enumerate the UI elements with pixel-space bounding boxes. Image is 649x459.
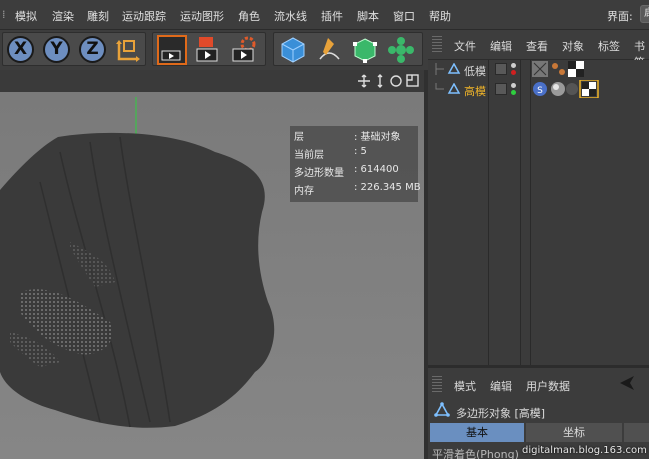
om-tab-view[interactable]: 查看 [526, 38, 548, 54]
x-axis-lock-button[interactable]: X [7, 36, 34, 63]
menu-mograph[interactable]: 运动图形 [180, 8, 224, 24]
info-value: : 226.345 MB [354, 182, 421, 193]
toolbar: X Y Z [0, 30, 428, 70]
menu-motion-tracking[interactable]: 运动跟踪 [122, 8, 166, 24]
info-key: 内存 [294, 186, 314, 197]
info-value: : 5 [354, 146, 367, 157]
layer-color-icon[interactable] [495, 63, 507, 75]
attr-tab-edit[interactable]: 编辑 [490, 378, 512, 394]
object-name[interactable]: 高模 [464, 83, 486, 99]
render-settings-icon[interactable] [229, 35, 259, 65]
z-axis-lock-button[interactable]: Z [79, 36, 106, 63]
viewport[interactable]: 层 : 基础对象 当前层 : 5 多边形数量 : 614400 内存 : 226.345… [0, 92, 424, 459]
info-key: 层 [294, 132, 304, 143]
attr-subtab-coord[interactable]: 坐标 [526, 423, 622, 442]
render-visibility-dot[interactable] [511, 90, 516, 95]
column-divider [488, 60, 489, 365]
cube-icon[interactable] [278, 35, 308, 65]
info-value: : 基础对象 [354, 132, 401, 143]
tag-icons[interactable] [532, 60, 592, 78]
cloner-icon[interactable] [386, 35, 416, 65]
phong-tab-label[interactable]: 平滑着色(Phong) [432, 446, 519, 459]
om-tab-tags[interactable]: 标签 [598, 38, 620, 54]
menu-render[interactable]: 渲染 [52, 8, 74, 24]
object-row[interactable]: 低模 [428, 60, 649, 78]
attr-sub-tabs: 基本 坐标 [430, 423, 649, 442]
object-name[interactable]: 低模 [464, 63, 486, 79]
object-row-selected[interactable]: 高模 S [428, 80, 649, 98]
object-manager-menu: 文件 编辑 查看 对象 标签 书签 [428, 30, 649, 69]
back-arrow-icon[interactable] [620, 376, 640, 390]
pen-spline-icon[interactable] [314, 35, 344, 65]
panel-grip-icon[interactable] [432, 36, 442, 52]
column-divider [530, 60, 531, 365]
layout-label: 界面: [607, 10, 633, 23]
y-axis-lock-button[interactable]: Y [43, 36, 70, 63]
tree-line-icon [435, 63, 461, 75]
viewport-nav-icons[interactable] [358, 74, 420, 88]
viewport-header [0, 70, 428, 92]
menu-help[interactable]: 帮助 [429, 8, 451, 24]
editor-visibility-dot[interactable] [511, 63, 516, 68]
menu-script[interactable]: 脚本 [357, 8, 379, 24]
layout-select[interactable]: 启 [640, 5, 649, 23]
tree-line-icon [435, 83, 461, 94]
menu-overflow-icon[interactable]: ⁞ [2, 8, 6, 21]
om-tab-edit[interactable]: 编辑 [490, 38, 512, 54]
menu-simulate[interactable]: 模拟 [15, 8, 37, 24]
info-key: 多边形数量 [294, 168, 344, 179]
om-tab-objects[interactable]: 对象 [562, 38, 584, 54]
tag-icons[interactable]: S [532, 80, 612, 98]
attr-tab-mode[interactable]: 模式 [454, 378, 476, 394]
info-overlay: 层 : 基础对象 当前层 : 5 多边形数量 : 614400 内存 : 226.345… [290, 126, 421, 202]
panel-grip-icon[interactable] [432, 376, 442, 392]
watermark: digitalman.blog.163.com [522, 445, 647, 456]
menu-pipeline[interactable]: 流水线 [274, 8, 307, 24]
column-divider [520, 60, 521, 365]
menu-bar: ⁞ 模拟 渲染 雕刻 运动跟踪 运动图形 角色 流水线 插件 脚本 窗口 帮助 … [0, 0, 649, 30]
om-tab-file[interactable]: 文件 [454, 38, 476, 54]
attr-object-title: 多边形对象 [高模] [456, 407, 546, 420]
object-group [273, 32, 423, 66]
menu-window[interactable]: 窗口 [393, 8, 415, 24]
attr-tab-user-data[interactable]: 用户数据 [526, 378, 570, 394]
axis-group: X Y Z [2, 32, 146, 66]
layer-color-icon[interactable] [495, 83, 507, 95]
menu-plugins[interactable]: 插件 [321, 8, 343, 24]
menu-character[interactable]: 角色 [238, 8, 260, 24]
polygon-object-icon [434, 402, 450, 417]
svg-text:S: S [537, 86, 543, 96]
info-value: : 614400 [354, 164, 399, 175]
info-key: 当前层 [294, 150, 324, 161]
render-group [152, 32, 266, 66]
render-visibility-dot[interactable] [511, 70, 516, 75]
world-coordinate-icon[interactable] [113, 35, 143, 65]
render-picture-viewer-icon[interactable] [193, 35, 223, 65]
subdivision-icon[interactable] [350, 35, 380, 65]
render-view-icon[interactable] [157, 35, 187, 65]
object-manager: 低模 高模 S [428, 60, 649, 365]
attr-subtab-more[interactable] [624, 423, 649, 442]
menu-sculpt[interactable]: 雕刻 [87, 8, 109, 24]
attr-subtab-basic[interactable]: 基本 [430, 423, 524, 442]
editor-visibility-dot[interactable] [511, 83, 516, 88]
